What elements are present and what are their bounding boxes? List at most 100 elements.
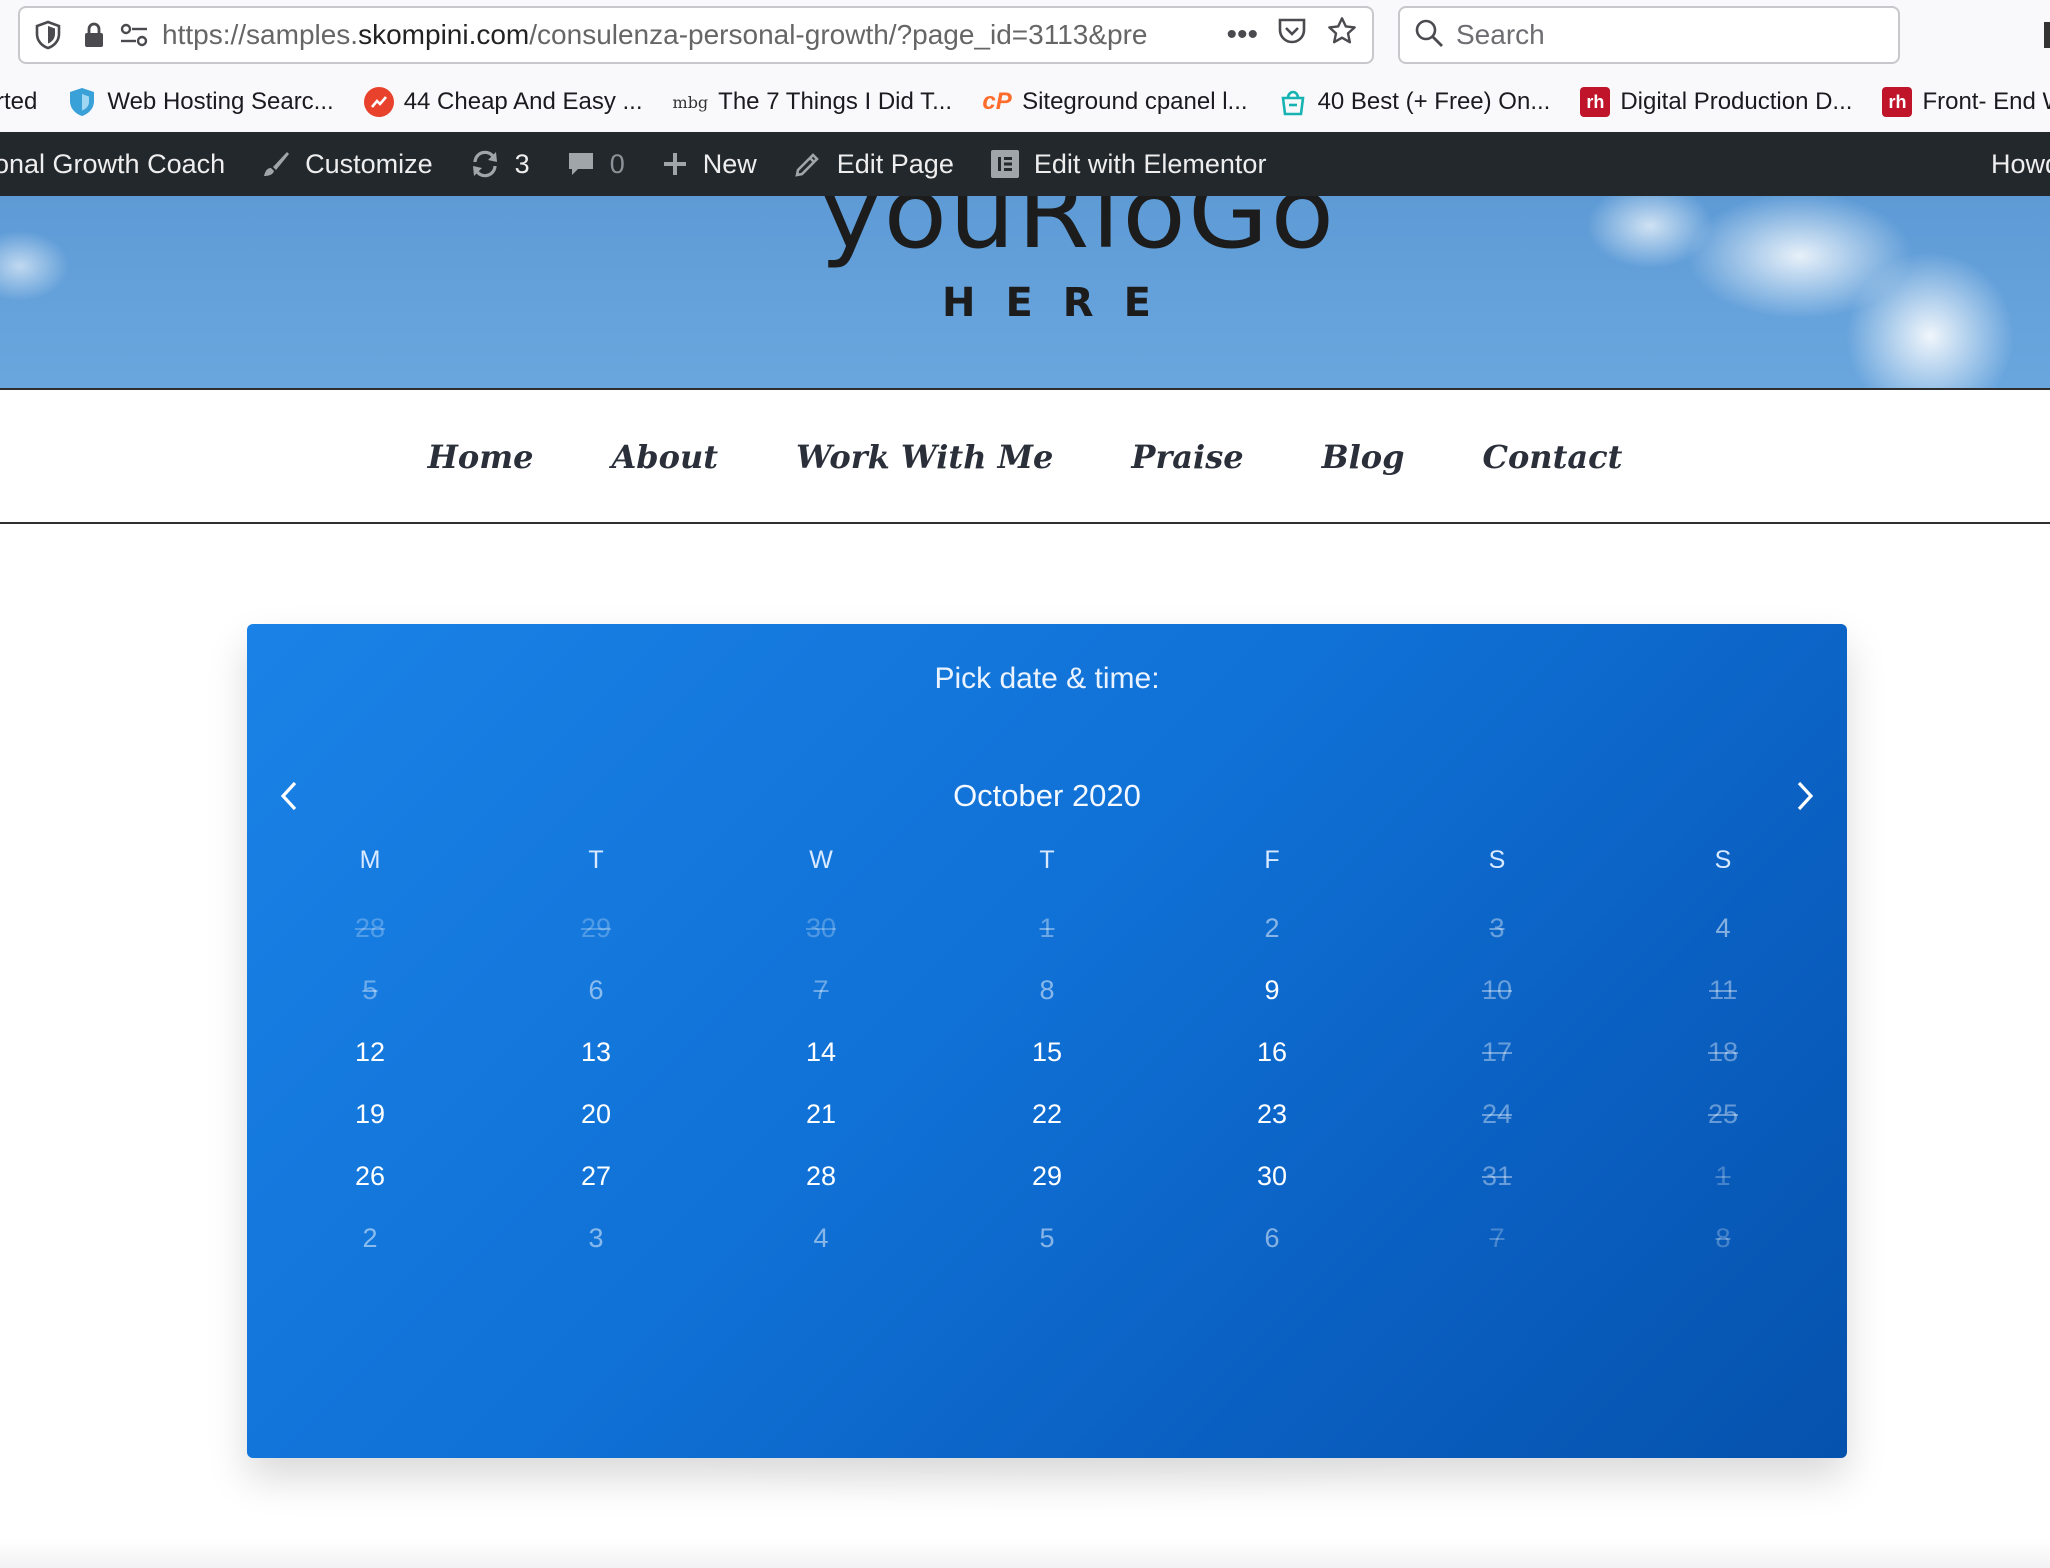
calendar-day: 2 xyxy=(362,1223,378,1253)
site-logo-text[interactable]: youRloGo xyxy=(820,196,1336,271)
calendar-day: 28 xyxy=(354,913,386,943)
bookmark-star-icon[interactable] xyxy=(1326,15,1358,55)
nav-contact[interactable]: Contact xyxy=(1482,438,1622,476)
calendar-day[interactable]: 21 xyxy=(781,1096,861,1132)
wp-customize[interactable]: Customize xyxy=(261,149,433,180)
bookmark-item[interactable]: Web Hosting Searc... xyxy=(67,87,334,117)
date-picker: Pick date & time: October 2020 M T W T F S S 2… xyxy=(247,624,1847,1458)
calendar-day: 11 xyxy=(1708,975,1738,1005)
weekday-label: S xyxy=(1488,846,1506,874)
nav-about[interactable]: About xyxy=(611,438,718,476)
calendar-day: 4 xyxy=(813,1223,829,1253)
lock-icon[interactable] xyxy=(74,15,114,55)
permissions-icon[interactable] xyxy=(114,15,154,55)
current-month: October 2020 xyxy=(953,778,1141,813)
rh-logo: rh xyxy=(1882,87,1913,117)
calendar-day[interactable]: 27 xyxy=(556,1158,636,1194)
wp-admin-bar: onal Growth Coach Customize 3 0 New Edit… xyxy=(0,132,2050,196)
page-actions-icon[interactable]: ••• xyxy=(1226,18,1258,52)
calendar-day[interactable]: 28 xyxy=(781,1158,861,1194)
refresh-icon xyxy=(469,149,501,179)
calendar-day[interactable]: 13 xyxy=(556,1034,636,1070)
calendar-day: 31 xyxy=(1481,1161,1513,1191)
browser-search-box[interactable]: Search xyxy=(1398,6,1900,64)
bookmarks-toolbar: rted Web Hosting Searc... 44 Cheap And E… xyxy=(0,72,2050,132)
bookmark-item[interactable]: rh Front- End Web I xyxy=(1882,87,2050,117)
calendar-day: 6 xyxy=(588,975,604,1005)
calendar-day[interactable]: 15 xyxy=(1007,1034,1087,1070)
wp-comments[interactable]: 0 xyxy=(566,149,625,180)
nav-blog[interactable]: Blog xyxy=(1322,438,1405,476)
url-text[interactable]: https://samples.skompini.com/consulenza-… xyxy=(162,19,1226,51)
mbg-logo: mbg xyxy=(672,92,709,112)
calendar-day: 1 xyxy=(1715,1161,1731,1191)
main-navigation: Home About Work With Me Praise Blog Cont… xyxy=(0,392,2050,524)
calendar-day: 8 xyxy=(1715,1223,1731,1253)
calendar-day[interactable]: 9 xyxy=(1232,972,1312,1008)
bookmark-item[interactable]: rh Digital Production D... xyxy=(1580,87,1852,117)
calendar-day: 7 xyxy=(813,975,829,1005)
rh-logo: rh xyxy=(1580,87,1611,117)
bookmark-item[interactable]: cP Siteground cpanel l... xyxy=(982,87,1247,117)
chevron-right-icon xyxy=(1797,781,1814,811)
date-picker-title: Pick date & time: xyxy=(934,662,1160,695)
elementor-icon xyxy=(990,149,1020,179)
calendar-day: 5 xyxy=(362,975,378,1005)
calendar-day: 25 xyxy=(1707,1099,1739,1129)
comment-icon xyxy=(566,149,596,179)
wp-site-name[interactable]: onal Growth Coach xyxy=(0,149,225,180)
calendar-day[interactable]: 30 xyxy=(1232,1158,1312,1194)
bookmark-item[interactable]: 40 Best (+ Free) On... xyxy=(1278,87,1550,117)
calendar-day[interactable]: 23 xyxy=(1232,1096,1312,1132)
calendar-day[interactable]: 12 xyxy=(330,1034,410,1070)
shopping-bag-icon xyxy=(1278,87,1308,117)
calendar-day[interactable]: 19 xyxy=(330,1096,410,1132)
wp-updates[interactable]: 3 xyxy=(469,149,530,180)
wp-my-account[interactable]: Howd xyxy=(1991,132,2050,196)
bookmark-item[interactable]: 44 Cheap And Easy ... xyxy=(363,87,643,117)
site-header-banner: youRloGo HERE xyxy=(0,196,2050,390)
wp-edit-elementor[interactable]: Edit with Elementor xyxy=(990,149,1266,180)
calendar-day: 8 xyxy=(1039,975,1055,1005)
trending-up-icon xyxy=(363,87,394,117)
nav-work-with-me[interactable]: Work With Me xyxy=(796,438,1053,476)
calendar-day: 24 xyxy=(1481,1099,1513,1129)
bookmark-item[interactable]: mbg The 7 Things I Did T... xyxy=(673,88,953,116)
calendar-day: 6 xyxy=(1264,1223,1280,1253)
calendar-day[interactable]: 26 xyxy=(330,1158,410,1194)
bookmark-item[interactable]: rted xyxy=(0,88,37,116)
calendar-day[interactable]: 20 xyxy=(556,1096,636,1132)
calendar-day[interactable]: 22 xyxy=(1007,1096,1087,1132)
calendar-day[interactable]: 16 xyxy=(1232,1034,1312,1070)
nav-praise[interactable]: Praise xyxy=(1131,438,1243,476)
pencil-icon xyxy=(793,149,823,179)
calendar-day: 3 xyxy=(1489,913,1505,943)
calendar-day: 1 xyxy=(1039,913,1055,943)
next-month-button[interactable] xyxy=(1783,774,1827,818)
calendar-day[interactable]: 29 xyxy=(1007,1158,1087,1194)
calendar-day[interactable]: 14 xyxy=(781,1034,861,1070)
site-logo-subtext[interactable]: HERE xyxy=(942,280,1181,326)
weekday-label: M xyxy=(359,846,381,874)
weekday-label: T xyxy=(1039,846,1055,874)
calendar-day: 4 xyxy=(1715,913,1731,943)
browser-toolbar: https://samples.skompini.com/consulenza-… xyxy=(0,0,2050,72)
calendar-day: 5 xyxy=(1039,1223,1055,1253)
calendar-day: 3 xyxy=(588,1223,604,1253)
calendar-day: 2 xyxy=(1264,913,1280,943)
wp-edit-page[interactable]: Edit Page xyxy=(793,149,954,180)
toolbar-overflow-edge xyxy=(2044,22,2050,48)
url-bar[interactable]: https://samples.skompini.com/consulenza-… xyxy=(18,6,1374,64)
pocket-icon[interactable] xyxy=(1276,16,1308,54)
weekday-label: T xyxy=(588,846,604,874)
calendar-day: 10 xyxy=(1481,975,1513,1005)
calendar-day: 7 xyxy=(1489,1223,1505,1253)
tracking-shield-icon[interactable] xyxy=(28,15,68,55)
weekday-label: F xyxy=(1264,846,1280,874)
shield-bookmark-icon xyxy=(67,87,97,117)
nav-home[interactable]: Home xyxy=(428,438,534,476)
paintbrush-icon xyxy=(261,149,291,179)
wp-new[interactable]: New xyxy=(661,149,757,180)
calendar-day: 17 xyxy=(1481,1037,1513,1067)
weekday-header-row: MTWTFSS xyxy=(247,846,1847,886)
